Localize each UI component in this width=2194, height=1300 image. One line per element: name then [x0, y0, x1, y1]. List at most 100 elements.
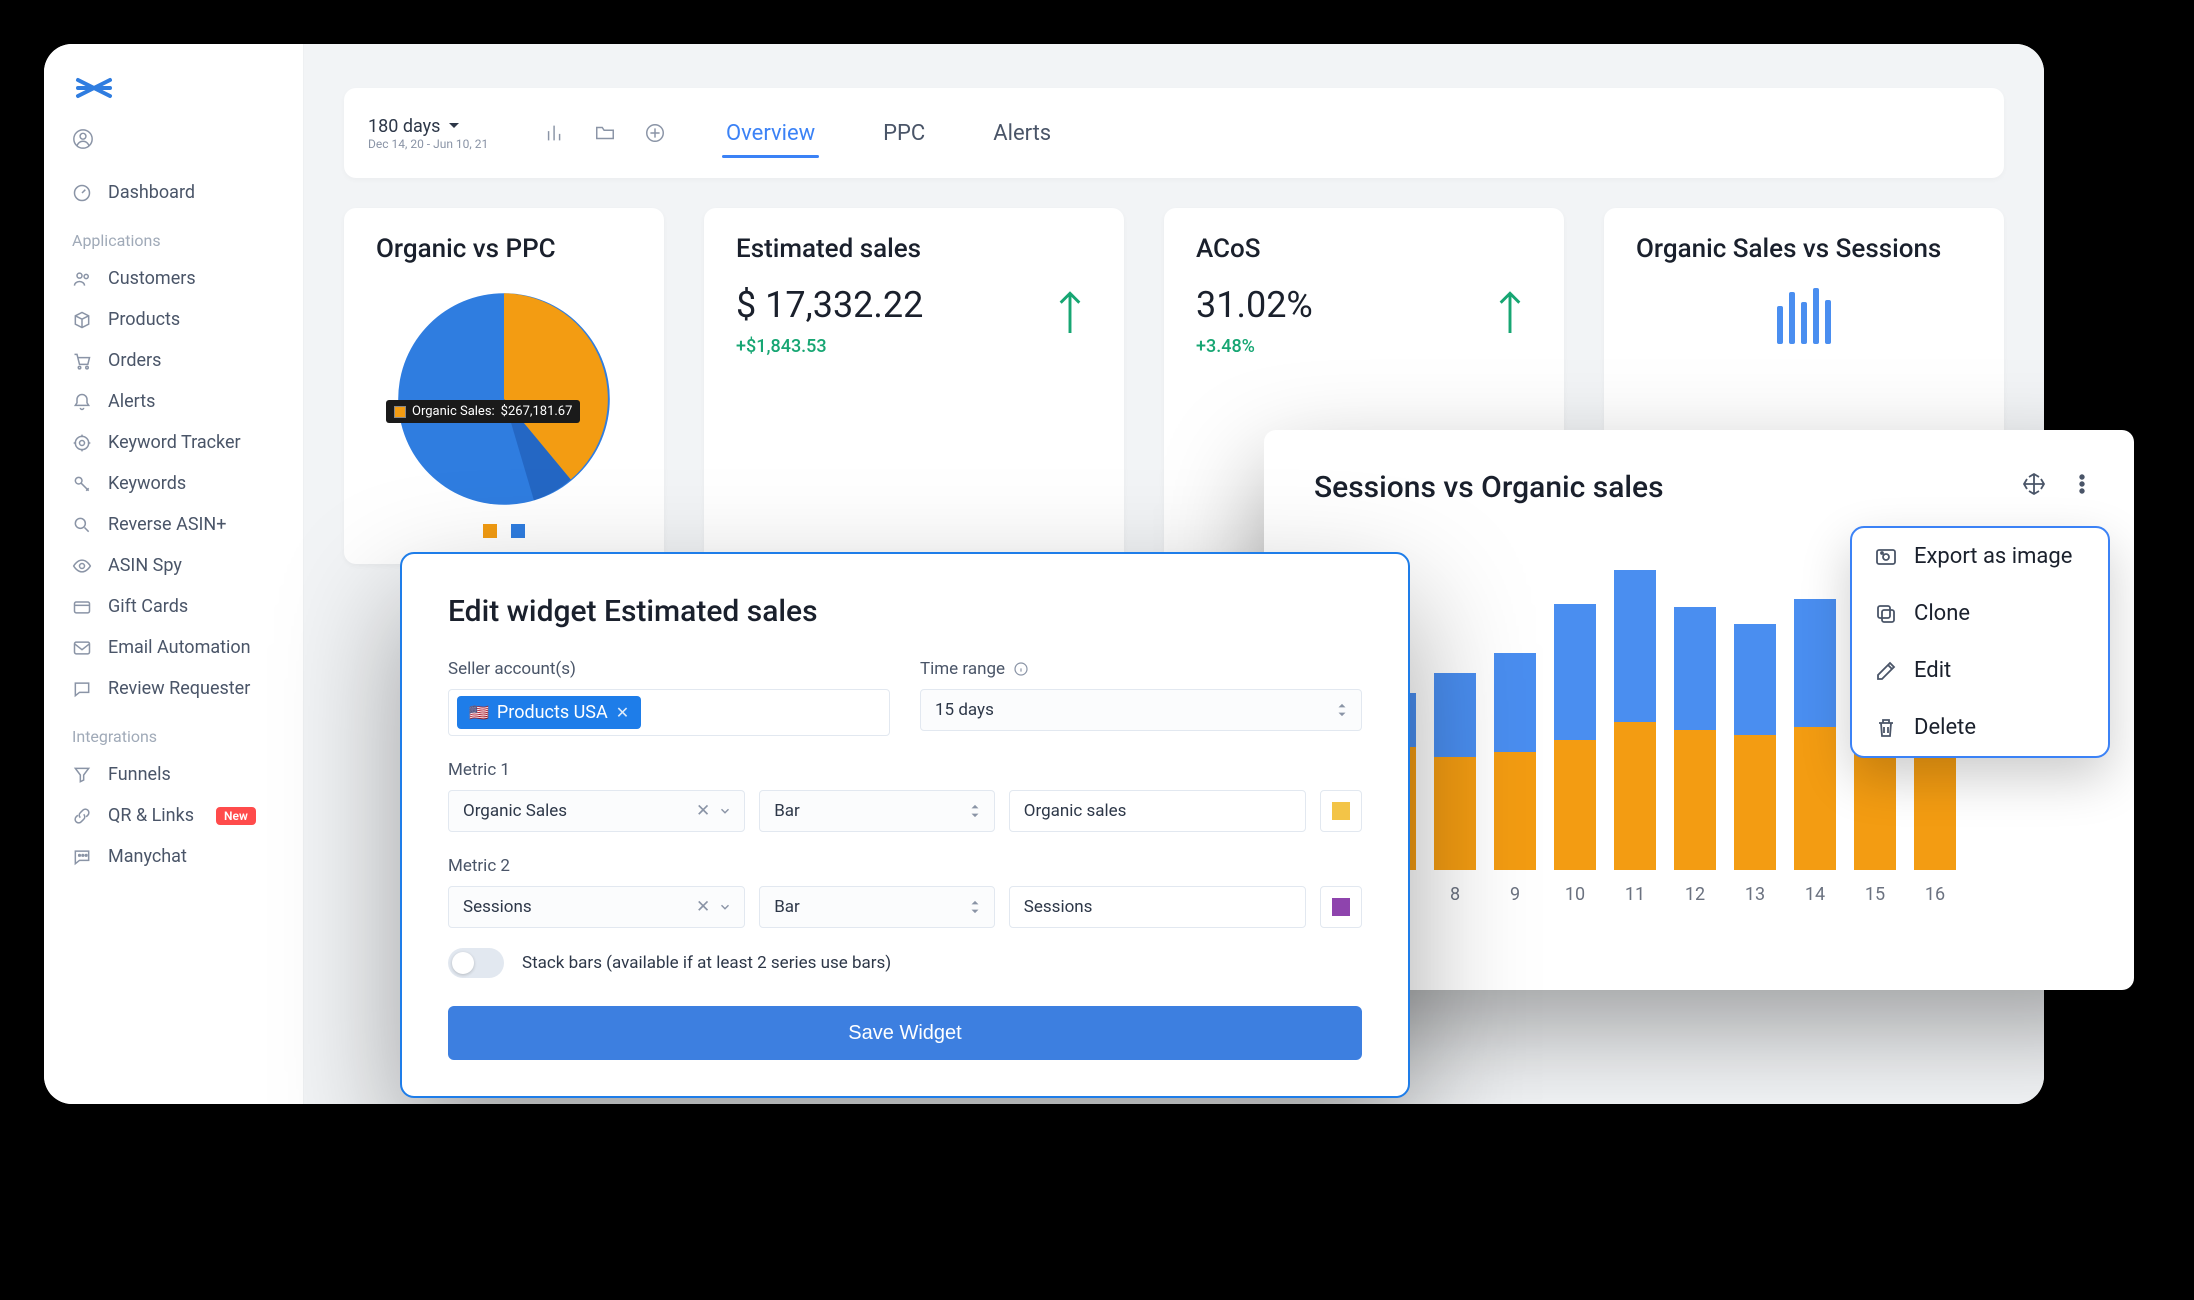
sidebar-item-label: Reverse ASIN+ — [108, 514, 226, 535]
bar-chart-icon[interactable] — [542, 120, 568, 146]
tabs: Overview PPC Alerts — [722, 101, 1055, 166]
sidebar-item-reverse-asin[interactable]: Reverse ASIN+ — [44, 504, 303, 545]
sidebar-item-label: Email Automation — [108, 637, 251, 658]
metric2-type-select[interactable]: Bar — [759, 886, 995, 928]
card-title: Estimated sales — [736, 234, 1092, 264]
menu-export-image[interactable]: Export as image — [1852, 528, 2108, 585]
card-title: Organic vs PPC — [376, 234, 632, 264]
profile-icon[interactable] — [72, 128, 303, 154]
sidebar-item-keyword-tracker[interactable]: Keyword Tracker — [44, 422, 303, 463]
sidebar-item-label: Manychat — [108, 846, 187, 867]
mini-bar-chart — [1636, 284, 1972, 344]
metric1-name-input[interactable]: Organic sales — [1009, 790, 1306, 832]
sidebar-item-label: Funnels — [108, 764, 171, 785]
stepper-icon — [970, 804, 980, 818]
menu-label: Edit — [1914, 658, 1951, 683]
tab-alerts[interactable]: Alerts — [989, 101, 1055, 166]
input-value: Organic sales — [1024, 801, 1127, 821]
card-value: $ 17,332.22 — [736, 284, 1092, 326]
chip-remove-icon[interactable]: ✕ — [616, 703, 629, 722]
app-logo — [72, 72, 303, 108]
date-range-picker[interactable]: 180 days Dec 14, 20 - Jun 10, 21 — [368, 116, 518, 151]
stack-bars-label: Stack bars (available if at least 2 seri… — [522, 953, 891, 973]
sidebar-item-email-automation[interactable]: Email Automation — [44, 627, 303, 668]
chevron-down-icon — [448, 120, 460, 132]
folder-icon[interactable] — [592, 120, 618, 146]
sidebar-item-dashboard[interactable]: Dashboard — [44, 172, 303, 213]
pie-icon — [389, 284, 619, 514]
select-value: Bar — [774, 897, 800, 917]
card-value: 31.02% — [1196, 284, 1532, 326]
sidebar-item-orders[interactable]: Orders — [44, 340, 303, 381]
tooltip-value: $267,181.67 — [501, 404, 573, 419]
edit-widget-modal: Edit widget Estimated sales Seller accou… — [400, 552, 1410, 1098]
save-widget-button[interactable]: Save Widget — [448, 1006, 1362, 1060]
tooltip-swatch — [394, 406, 406, 418]
stack-bars-toggle[interactable] — [448, 948, 504, 978]
card-delta: +$1,843.53 — [736, 336, 1092, 357]
sidebar-section-integrations: Integrations — [44, 709, 303, 754]
modal-title: Edit widget Estimated sales — [448, 594, 1362, 629]
context-menu: Export as image Clone Edit Delete — [1850, 526, 2110, 758]
menu-clone[interactable]: Clone — [1852, 585, 2108, 642]
trend-up-icon — [1056, 288, 1084, 340]
sidebar-item-label: Keywords — [108, 473, 186, 494]
legend-swatch — [511, 524, 525, 538]
tab-overview[interactable]: Overview — [722, 101, 819, 166]
pie-tooltip: Organic Sales: $267,181.67 — [386, 400, 580, 423]
sidebar: Dashboard Applications Customers Product… — [44, 44, 304, 1104]
time-range-label: Time range — [920, 659, 1362, 679]
seller-accounts-input[interactable]: 🇺🇸 Products USA ✕ — [448, 689, 890, 736]
sidebar-item-label: ASIN Spy — [108, 555, 182, 576]
sidebar-item-label: Dashboard — [108, 182, 195, 203]
clear-icon[interactable]: ✕ — [696, 801, 710, 821]
new-badge: New — [216, 807, 256, 825]
sidebar-item-label: QR & Links — [108, 805, 194, 826]
us-flag-icon: 🇺🇸 — [469, 703, 489, 722]
stepper-icon — [970, 900, 980, 914]
sidebar-item-funnels[interactable]: Funnels — [44, 754, 303, 795]
sidebar-item-label: Keyword Tracker — [108, 432, 241, 453]
tooltip-label: Organic Sales: — [412, 404, 495, 419]
card-title: Organic Sales vs Sessions — [1636, 234, 1972, 264]
sidebar-item-label: Gift Cards — [108, 596, 188, 617]
sidebar-item-alerts[interactable]: Alerts — [44, 381, 303, 422]
sidebar-item-products[interactable]: Products — [44, 299, 303, 340]
chip-label: Products USA — [497, 702, 608, 723]
input-value: Sessions — [1024, 897, 1093, 917]
pie-chart: Organic Sales: $267,181.67 — [376, 284, 632, 514]
sidebar-item-label: Products — [108, 309, 180, 330]
time-range-select[interactable]: 15 days — [920, 689, 1362, 731]
sidebar-item-manychat[interactable]: Manychat — [44, 836, 303, 877]
sidebar-item-customers[interactable]: Customers — [44, 258, 303, 299]
metric2-color-picker[interactable] — [1320, 886, 1362, 928]
metric1-color-picker[interactable] — [1320, 790, 1362, 832]
sidebar-item-review-requester[interactable]: Review Requester — [44, 668, 303, 709]
info-icon — [1013, 661, 1029, 677]
more-icon[interactable] — [2070, 472, 2094, 496]
sidebar-item-qr-links[interactable]: QR & Links New — [44, 795, 303, 836]
metric2-label: Metric 2 — [448, 856, 1362, 876]
sidebar-item-keywords[interactable]: Keywords — [44, 463, 303, 504]
menu-delete[interactable]: Delete — [1852, 699, 2108, 756]
menu-edit[interactable]: Edit — [1852, 642, 2108, 699]
sidebar-item-label: Orders — [108, 350, 161, 371]
tab-ppc[interactable]: PPC — [879, 101, 929, 166]
seller-chip[interactable]: 🇺🇸 Products USA ✕ — [457, 696, 641, 729]
metric1-metric-select[interactable]: Organic Sales✕ — [448, 790, 745, 832]
menu-label: Delete — [1914, 715, 1976, 740]
metric2-metric-select[interactable]: Sessions✕ — [448, 886, 745, 928]
sidebar-item-gift-cards[interactable]: Gift Cards — [44, 586, 303, 627]
sidebar-item-label: Alerts — [108, 391, 155, 412]
move-icon[interactable] — [2022, 472, 2046, 496]
metric2-name-input[interactable]: Sessions — [1009, 886, 1306, 928]
card-organic-vs-ppc: Organic vs PPC Organic Sales: $267,181.6… — [344, 208, 664, 564]
metric1-type-select[interactable]: Bar — [759, 790, 995, 832]
popup-title: Sessions vs Organic sales — [1314, 470, 2084, 505]
legend-swatch — [483, 524, 497, 538]
add-icon[interactable] — [642, 120, 668, 146]
sidebar-item-asin-spy[interactable]: ASIN Spy — [44, 545, 303, 586]
color-swatch-icon — [1332, 802, 1350, 820]
clear-icon[interactable]: ✕ — [696, 897, 710, 917]
select-value: 15 days — [935, 700, 994, 720]
